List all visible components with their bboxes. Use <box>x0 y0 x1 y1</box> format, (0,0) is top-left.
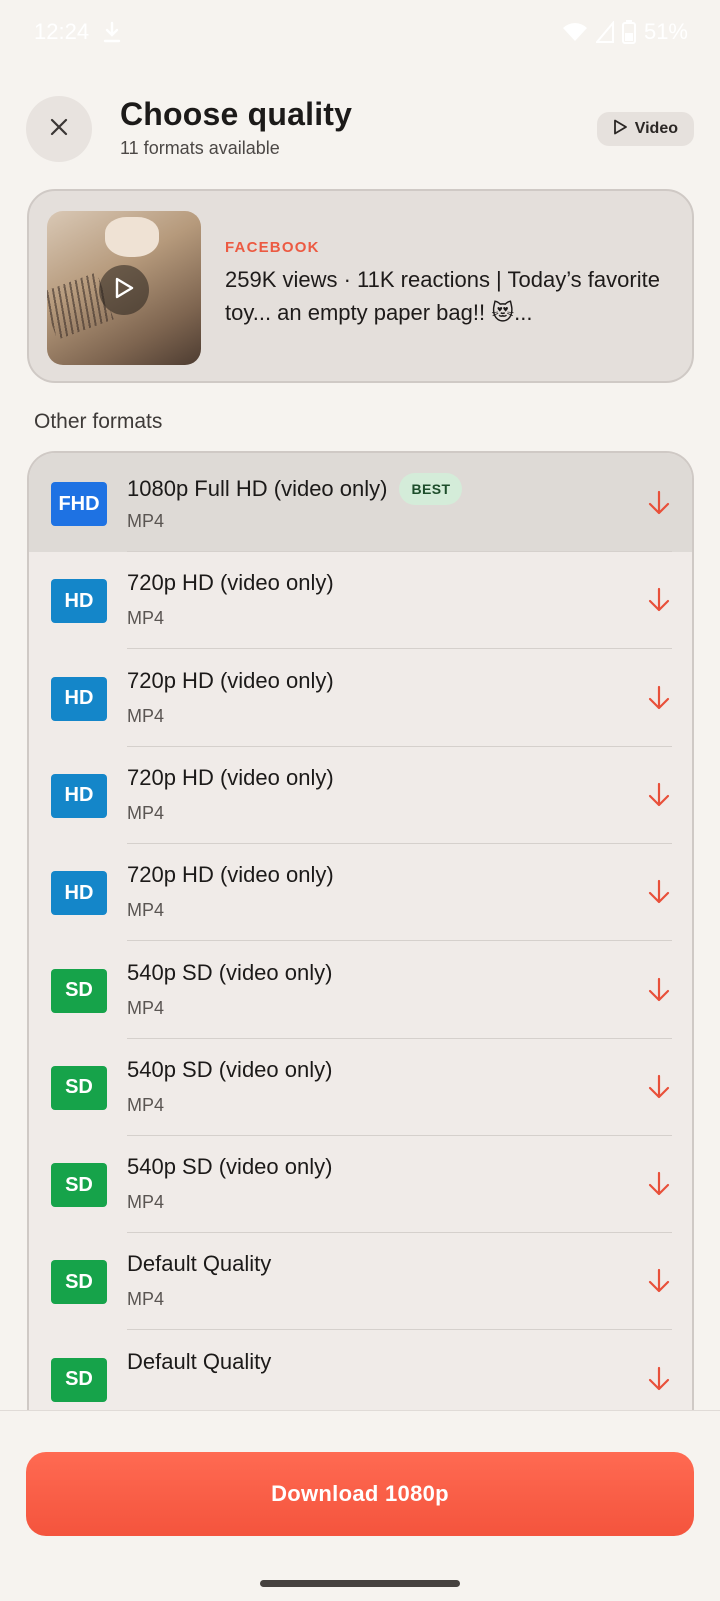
quality-badge: SD <box>51 1163 107 1208</box>
format-title-group: 720p HD (video only) <box>127 765 334 791</box>
format-title: 720p HD (video only) <box>127 667 334 693</box>
home-indicator[interactable] <box>260 1580 460 1587</box>
download-arrow-icon[interactable] <box>646 781 672 809</box>
battery-percent: 51% <box>643 19 688 44</box>
format-row[interactable]: HD 720p HD (video only) MP4 <box>29 842 692 942</box>
quality-badge: HD <box>51 579 107 624</box>
formats-list: FHD 1080p Full HD (video only) BEST MP4 HD 72… <box>27 451 694 1411</box>
play-outline-icon <box>611 118 629 141</box>
format-title-group: 540p SD (video only) <box>127 1154 332 1180</box>
format-row[interactable]: HD 720p HD (video only) MP4 <box>29 648 692 747</box>
quality-badge: FHD <box>51 482 107 526</box>
format-title-group: 540p SD (video only) <box>127 960 332 986</box>
format-title-group: 720p HD (video only) <box>127 862 334 888</box>
format-title-group: 1080p Full HD (video only) BEST <box>127 473 463 505</box>
format-title: 540p SD (video only) <box>127 1056 333 1082</box>
media-title: 259K views · 11K reactions | Today’s fav… <box>225 267 660 325</box>
format-title-group: Default Quality <box>127 1349 271 1375</box>
download-notification-icon <box>103 21 121 43</box>
close-icon <box>49 117 69 142</box>
quality-badge: HD <box>51 773 107 818</box>
video-chip-label: Video <box>634 120 678 137</box>
page-title: Choose quality <box>120 96 353 132</box>
quality-badge: SD <box>51 968 107 1013</box>
status-time: 12:24 <box>34 19 90 44</box>
download-arrow-icon[interactable] <box>646 1170 672 1198</box>
format-container: MP4 <box>127 705 165 726</box>
format-title: 720p HD (video only) <box>127 764 334 790</box>
download-arrow-icon[interactable] <box>646 1365 672 1393</box>
format-row[interactable]: HD 720p HD (video only) MP4 <box>29 550 692 650</box>
best-badge: BEST <box>399 473 463 505</box>
format-title-group: 540p SD (video only) <box>127 1057 332 1083</box>
battery-icon <box>621 20 636 44</box>
format-title: Default Quality <box>127 1251 272 1277</box>
media-preview-card: FACEBOOK 259K views · 11K reactions | To… <box>27 189 694 383</box>
download-arrow-icon[interactable] <box>646 586 672 614</box>
format-title-group: 720p HD (video only) <box>127 570 334 596</box>
format-row[interactable]: FHD 1080p Full HD (video only) BEST MP4 <box>29 453 692 552</box>
play-button[interactable] <box>99 265 149 315</box>
format-container: MP4 <box>127 997 165 1018</box>
sheet-header: Choose quality 11 formats available Vide… <box>26 94 694 162</box>
format-row[interactable]: SD 540p SD (video only) MP4 <box>29 940 692 1039</box>
video-thumbnail[interactable] <box>47 211 201 365</box>
format-container: MP4 <box>127 900 165 921</box>
format-row[interactable]: SD 540p SD (video only) MP4 <box>29 1037 692 1136</box>
format-container: MP4 <box>127 802 165 823</box>
quality-badge: HD <box>51 676 107 721</box>
quality-badge: SD <box>51 1260 107 1305</box>
quality-badge: SD <box>51 1357 107 1402</box>
format-title: 540p SD (video only) <box>127 1154 333 1180</box>
close-button[interactable] <box>26 96 92 162</box>
format-container: MP4 <box>127 1192 165 1213</box>
media-source: FACEBOOK <box>225 239 320 256</box>
play-icon <box>113 276 135 305</box>
format-row[interactable]: SD Default Quality <box>29 1329 692 1411</box>
quality-badge: SD <box>51 1065 107 1110</box>
format-row[interactable]: SD Default Quality MP4 <box>29 1231 692 1331</box>
download-arrow-icon[interactable] <box>646 1073 672 1101</box>
format-row[interactable]: HD 720p HD (video only) MP4 <box>29 745 692 844</box>
download-button[interactable]: Download 1080p <box>26 1452 694 1536</box>
format-title: 540p SD (video only) <box>127 959 333 985</box>
download-arrow-icon[interactable] <box>646 1267 672 1295</box>
status-right: 51% <box>562 19 688 45</box>
format-title-group: 720p HD (video only) <box>127 668 334 694</box>
formats-count: 11 formats available <box>120 138 280 158</box>
section-label-other-formats: Other formats <box>34 410 163 433</box>
format-container: MP4 <box>127 511 165 531</box>
download-arrow-icon[interactable] <box>646 976 672 1004</box>
format-title: 720p HD (video only) <box>127 862 334 888</box>
format-container: MP4 <box>127 608 165 629</box>
signal-icon <box>595 21 614 43</box>
download-arrow-icon[interactable] <box>646 489 672 517</box>
format-title: 720p HD (video only) <box>127 570 334 596</box>
format-title: 1080p Full HD (video only) <box>127 476 388 501</box>
format-container: MP4 <box>127 1289 165 1310</box>
download-arrow-icon[interactable] <box>646 684 672 712</box>
format-title: Default Quality <box>127 1348 272 1374</box>
status-left: 12:24 <box>34 19 121 45</box>
status-bar: 12:24 51% <box>0 0 720 64</box>
video-type-chip[interactable]: Video <box>596 112 694 146</box>
format-row[interactable]: SD 540p SD (video only) MP4 <box>29 1134 692 1234</box>
wifi-icon <box>562 22 588 42</box>
thumbnail-kitten <box>105 217 159 257</box>
format-title-group: Default Quality <box>127 1251 271 1277</box>
format-container: MP4 <box>127 1094 165 1115</box>
bottom-action-bar: Download 1080p <box>0 1410 720 1601</box>
quality-badge: HD <box>51 871 107 916</box>
download-arrow-icon[interactable] <box>646 878 672 906</box>
